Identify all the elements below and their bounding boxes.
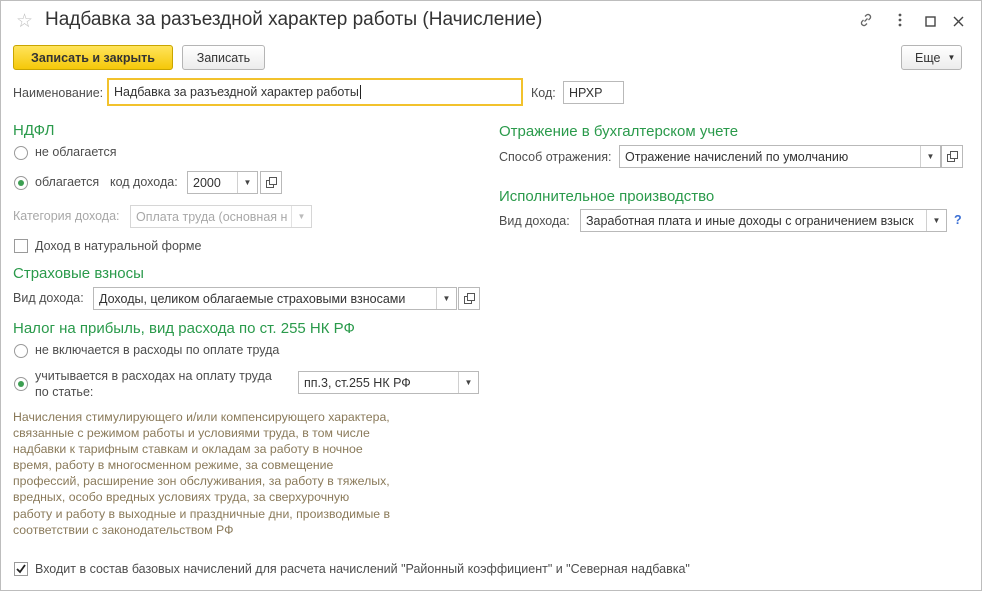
chevron-down-icon[interactable]: ▼ <box>237 172 257 193</box>
chevron-down-icon[interactable]: ▼ <box>920 146 940 167</box>
accounting-method-open-button[interactable] <box>941 145 963 168</box>
base-accruals-label: Входит в состав базовых начислений для р… <box>35 562 690 576</box>
chevron-down-icon[interactable]: ▼ <box>436 288 456 309</box>
income-code-select[interactable]: 2000 ▼ <box>187 171 258 194</box>
enforcement-income-type-value: Заработная плата и иные доходы с огранич… <box>586 213 914 228</box>
chevron-down-icon: ▼ <box>947 53 956 62</box>
more-button-label: Еще <box>915 50 941 65</box>
profit-tax-included-label-line2: по статье: <box>35 385 94 399</box>
profit-tax-section-header: Налог на прибыль, вид расхода по ст. 255… <box>13 320 355 337</box>
save-button[interactable]: Записать <box>182 45 265 70</box>
text-cursor <box>359 85 361 99</box>
ndfl-taxed-label: облагается <box>35 175 100 189</box>
enforcement-income-type-select[interactable]: Заработная плата и иные доходы с огранич… <box>580 209 947 232</box>
income-category-value: Оплата труда (основная н <box>136 209 288 224</box>
page-title: Надбавка за разъездной характер работы (… <box>45 9 543 30</box>
link-icon[interactable] <box>858 12 874 31</box>
insurance-income-type-open-button[interactable] <box>458 287 480 310</box>
name-label: Наименование: <box>13 86 104 100</box>
accounting-section-header: Отражение в бухгалтерском учете <box>499 123 739 140</box>
income-category-select: Оплата труда (основная н ▼ <box>130 205 312 228</box>
insurance-section-header: Страховые взносы <box>13 265 144 282</box>
profit-tax-included-radio[interactable] <box>14 377 28 391</box>
code-field[interactable]: НРХР <box>563 81 624 104</box>
accounting-method-label: Способ отражения: <box>499 150 612 164</box>
open-form-icon <box>946 151 958 162</box>
profit-tax-not-included-radio[interactable] <box>14 344 28 358</box>
insurance-income-type-label: Вид дохода: <box>13 291 84 305</box>
chevron-down-icon[interactable]: ▼ <box>458 372 478 393</box>
income-code-label: код дохода: <box>110 175 178 189</box>
expense-article-value: пп.3, ст.255 НК РФ <box>304 375 411 390</box>
favorite-star-icon[interactable]: ☆ <box>16 10 33 33</box>
income-category-label: Категория дохода: <box>13 209 120 223</box>
income-code-value: 2000 <box>193 175 221 190</box>
ndfl-not-taxed-radio[interactable] <box>14 146 28 160</box>
code-label: Код: <box>531 86 556 100</box>
chevron-down-icon[interactable]: ▼ <box>926 210 946 231</box>
open-form-icon <box>265 177 277 188</box>
insurance-income-type-select[interactable]: Доходы, целиком облагаемые страховыми вз… <box>93 287 457 310</box>
accounting-method-select[interactable]: Отражение начислений по умолчанию ▼ <box>619 145 941 168</box>
profit-tax-not-included-label: не включается в расходы по оплате труда <box>35 343 280 357</box>
expense-article-select[interactable]: пп.3, ст.255 НК РФ ▼ <box>298 371 479 394</box>
checkmark-icon <box>16 564 26 574</box>
natural-form-checkbox[interactable] <box>14 239 28 253</box>
more-vertical-icon[interactable] <box>897 12 903 31</box>
name-field[interactable]: Надбавка за разъездной характер работы <box>107 78 523 106</box>
accounting-method-value: Отражение начислений по умолчанию <box>625 149 849 164</box>
income-code-open-button[interactable] <box>260 171 282 194</box>
profit-tax-included-label-line1: учитывается в расходах на оплату труда <box>35 369 272 383</box>
enforcement-section-header: Исполнительное производство <box>499 188 715 205</box>
ndfl-not-taxed-label: не облагается <box>35 145 117 159</box>
name-value: Надбавка за разъездной характер работы <box>114 85 359 99</box>
help-icon[interactable]: ? <box>954 213 962 227</box>
natural-form-label: Доход в натуральной форме <box>35 239 202 253</box>
more-button[interactable]: Еще ▼ <box>901 45 962 70</box>
expense-article-description: Начисления стимулирующего и/или компенси… <box>13 410 391 537</box>
insurance-income-type-value: Доходы, целиком облагаемые страховыми вз… <box>99 291 406 306</box>
close-icon[interactable] <box>953 14 964 30</box>
maximize-icon[interactable] <box>925 14 936 30</box>
base-accruals-checkbox[interactable] <box>14 562 28 576</box>
code-value: НРХР <box>569 85 603 100</box>
open-form-icon <box>463 293 475 304</box>
save-and-close-button[interactable]: Записать и закрыть <box>13 45 173 70</box>
enforcement-income-type-label: Вид дохода: <box>499 214 570 228</box>
chevron-down-icon: ▼ <box>291 206 311 227</box>
ndfl-taxed-radio[interactable] <box>14 176 28 190</box>
ndfl-section-header: НДФЛ <box>13 122 55 139</box>
